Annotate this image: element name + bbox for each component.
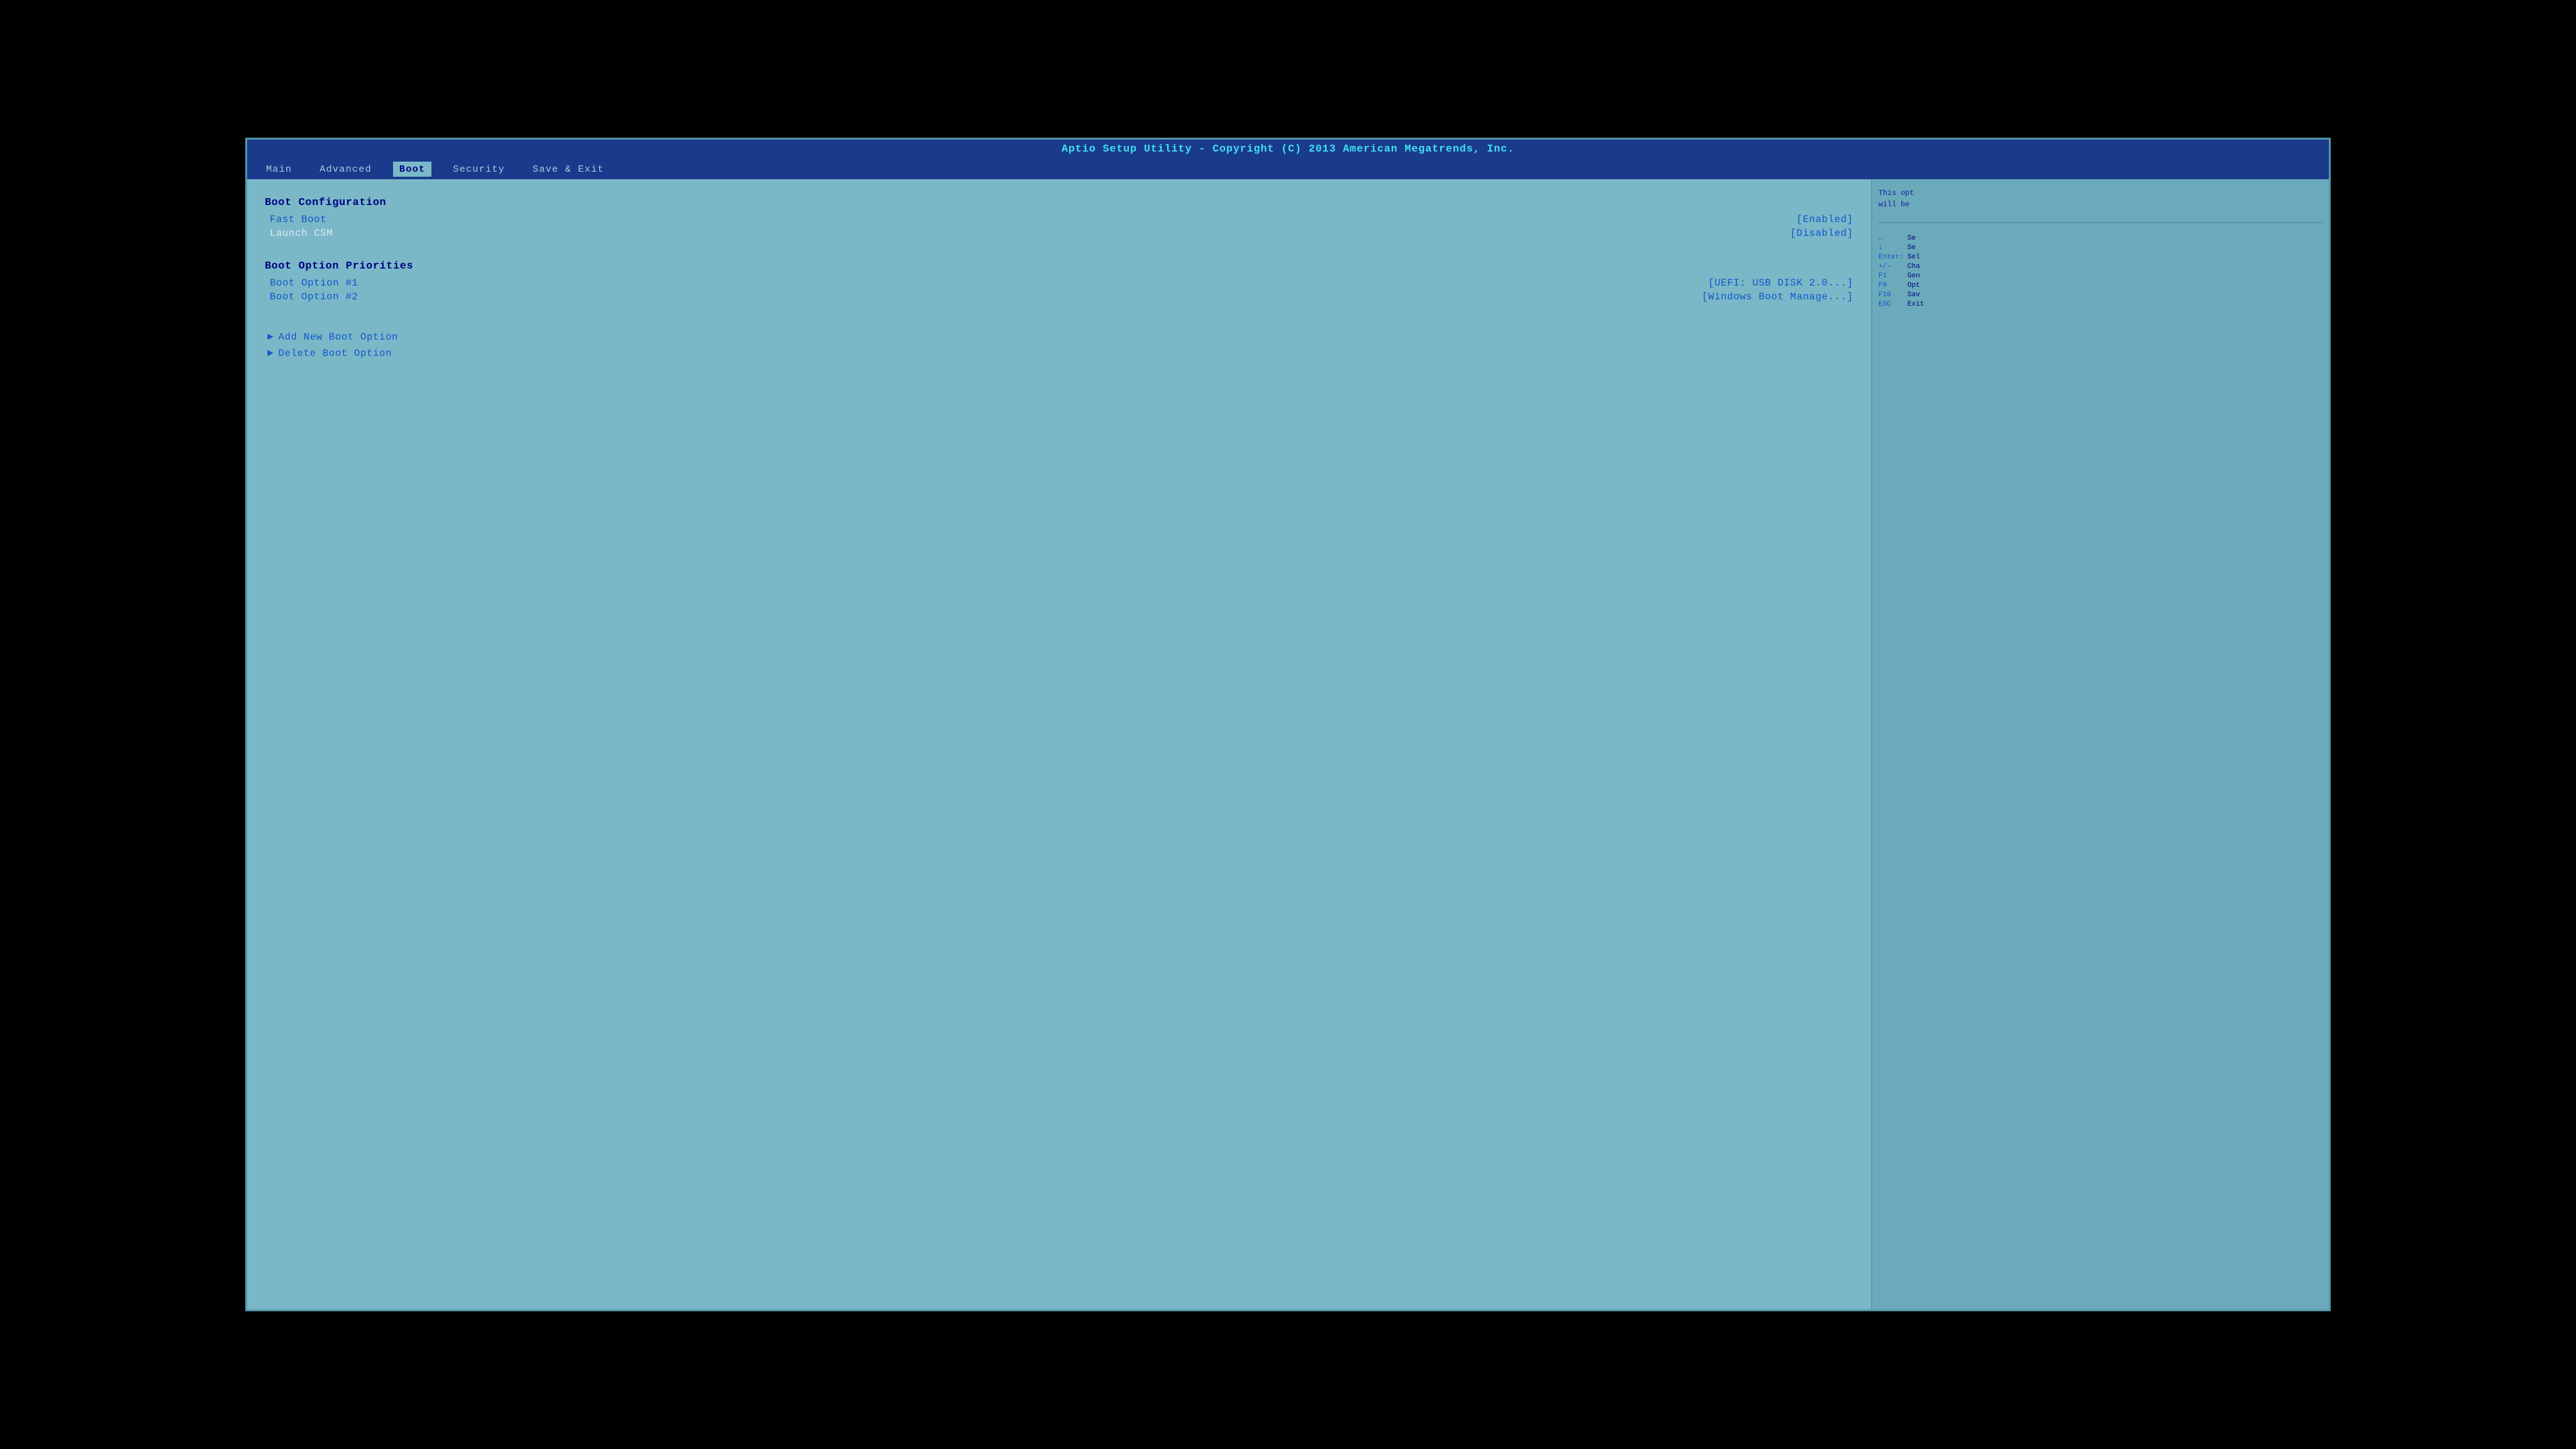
key-enter: Enter: [1879, 253, 1904, 261]
fast-boot-label: Fast Boot [270, 214, 326, 225]
delete-boot-option-item[interactable]: ► Delete Boot Option [267, 348, 1853, 359]
key-row-updown: ↕ Se [1879, 244, 2323, 252]
boot-option-2-row[interactable]: Boot Option #2 [Windows Boot Manage...] [270, 290, 1853, 304]
add-new-boot-arrow: ► [267, 331, 274, 343]
tab-advanced[interactable]: Advanced [313, 162, 378, 177]
key-ud-desc: Se [1907, 244, 1916, 252]
add-new-boot-label: Add New Boot Option [279, 331, 399, 343]
tab-main[interactable]: Main [260, 162, 298, 177]
delete-boot-arrow: ► [267, 348, 274, 359]
title-bar: Aptio Setup Utility - Copyright (C) 2013… [247, 140, 2329, 159]
key-esc: ESC [1879, 301, 1904, 308]
bios-screen: Aptio Setup Utility - Copyright (C) 2013… [245, 138, 2331, 1311]
launch-csm-row[interactable]: Launch CSM [Disabled] [270, 226, 1853, 240]
content-area: Boot Configuration Fast Boot [Enabled] L… [247, 179, 2329, 1309]
tab-security[interactable]: Security [447, 162, 511, 177]
screen-wrapper: Aptio Setup Utility - Copyright (C) 2013… [103, 87, 2473, 1362]
nav-bar: Main Advanced Boot Security Save & Exit [247, 159, 2329, 179]
launch-csm-label: Launch CSM [270, 228, 333, 239]
launch-csm-value: [Disabled] [1790, 228, 1853, 239]
tab-boot[interactable]: Boot [393, 162, 431, 177]
key-row-esc: ESC Exit [1879, 301, 2323, 308]
fast-boot-value: [Enabled] [1797, 214, 1853, 225]
key-f9-desc: Opt [1907, 282, 1920, 289]
key-plusminus: +/- [1879, 263, 1904, 270]
key-row-enter: Enter: Sel [1879, 253, 2323, 261]
delete-boot-label: Delete Boot Option [279, 348, 392, 359]
key-row-f1: F1 Gen [1879, 272, 2323, 280]
key-legend: ↔ Se ↕ Se Enter: Sel +/- Cha [1879, 235, 2323, 308]
boot-priorities-heading: Boot Option Priorities [265, 260, 1853, 272]
boot-option-2-value: [Windows Boot Manage...] [1702, 291, 1853, 303]
right-panel-help-text: This opt will be [1879, 188, 2323, 210]
key-lr-arrows: ↔ [1879, 235, 1904, 242]
key-f9: F9 [1879, 282, 1904, 289]
tab-save-exit[interactable]: Save & Exit [526, 162, 611, 177]
key-f10-desc: Sav [1907, 291, 1920, 299]
boot-option-2-label: Boot Option #2 [270, 291, 358, 303]
key-row-plusminus: +/- Cha [1879, 263, 2323, 270]
key-row-f9: F9 Opt [1879, 282, 2323, 289]
boot-option-1-row[interactable]: Boot Option #1 [UEFI: USB DISK 2.0...] [270, 276, 1853, 290]
title-text: Aptio Setup Utility - Copyright (C) 2013… [1062, 143, 1514, 155]
key-lr-desc: Se [1907, 235, 1916, 242]
boot-config-heading: Boot Configuration [265, 197, 1853, 209]
key-enter-desc: Sel [1907, 253, 1920, 261]
boot-option-1-label: Boot Option #1 [270, 277, 358, 289]
key-f1-desc: Gen [1907, 272, 1920, 280]
boot-option-1-value: [UEFI: USB DISK 2.0...] [1708, 277, 1853, 289]
key-row-f10: F10 Sav [1879, 291, 2323, 299]
fast-boot-row[interactable]: Fast Boot [Enabled] [270, 213, 1853, 226]
key-esc-desc: Exit [1907, 301, 1924, 308]
right-panel: This opt will be ↔ Se ↕ Se Enter: [1871, 179, 2329, 1309]
main-panel: Boot Configuration Fast Boot [Enabled] L… [247, 179, 1871, 1309]
key-row-arrows: ↔ Se [1879, 235, 2323, 242]
add-new-boot-option-item[interactable]: ► Add New Boot Option [267, 331, 1853, 343]
key-ud-arrows: ↕ [1879, 244, 1904, 252]
key-f1: F1 [1879, 272, 1904, 280]
right-panel-divider [1879, 222, 2323, 223]
key-f10: F10 [1879, 291, 1904, 299]
key-plusminus-desc: Cha [1907, 263, 1920, 270]
